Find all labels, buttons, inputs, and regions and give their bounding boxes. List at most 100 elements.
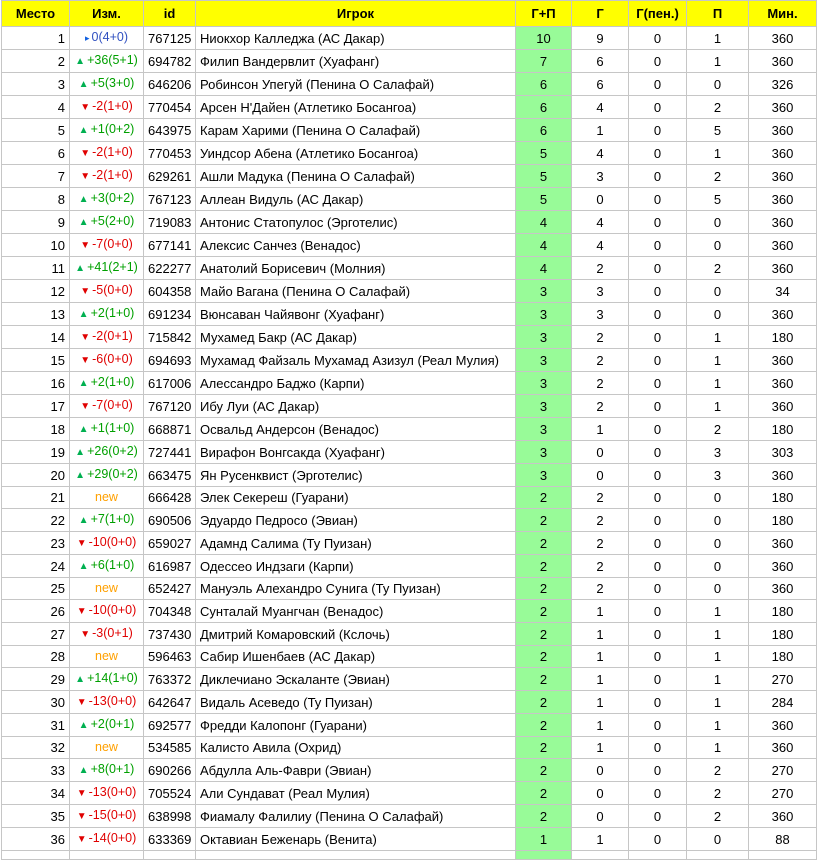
penalty-goals-cell: 0 — [628, 141, 687, 165]
arrow-up-icon: ▲ — [78, 515, 89, 526]
table-row[interactable]: 25 new 652427 Мануэль Алехандро Сунига (Ту … — [1, 577, 817, 600]
player-cell: Аллеан Видуль (АС Дакар) — [195, 187, 516, 211]
goals-cell: 1 — [571, 736, 629, 759]
header-minutes[interactable]: Мин. — [748, 0, 817, 27]
change-cell: ▲ +41(2+1) — [69, 256, 144, 280]
header-assists[interactable]: П — [686, 0, 749, 27]
table-row[interactable]: 17 ▼ -7(0+0) 767120 Ибу Луи (АС Дакар) 3 2 0 1 36… — [1, 394, 817, 418]
assists-cell: 1 — [686, 325, 749, 349]
goals-assists-cell: 6 — [515, 72, 572, 96]
goals-assists-cell: 2 — [515, 599, 572, 623]
id-cell: 668871 — [143, 417, 196, 441]
table-row[interactable]: 1 ▸ 0(4+0) 767125 Ниокхор Калледжа (АС Дакар… — [1, 26, 817, 50]
goals-assists-cell: 2 — [515, 713, 572, 737]
player-cell: Диклечиано Эскаланте (Эвиан) — [195, 667, 516, 691]
arrow-down-icon: ▼ — [80, 148, 91, 159]
table-row[interactable]: 5 ▲ +1(0+2) 643975 Карам Харими (Пенина О Са… — [1, 118, 817, 142]
table-row[interactable]: 11 ▲ +41(2+1) 622277 Анатолий Борисевич (Мол… — [1, 256, 817, 280]
goals-cell: 0 — [571, 781, 629, 805]
table-row[interactable]: 32 new 534585 Калисто Авила (Охрид) 2 1 0 1 360 — [1, 736, 817, 759]
table-row[interactable]: 26 ▼ -10(0+0) 704348 Сунталай Муангчан (Вена… — [1, 599, 817, 623]
id-cell: 694693 — [143, 348, 196, 372]
place-cell: 17 — [1, 394, 70, 418]
table-row[interactable]: 3 ▲ +5(3+0) 646206 Робинсон Упегуй (Пенина О… — [1, 72, 817, 96]
player-cell: Арсен Н'Дайен (Атлетико Босангоа) — [195, 95, 516, 119]
table-row[interactable]: 6 ▼ -2(1+0) 770453 Уиндсор Абена (Атлетико Б… — [1, 141, 817, 165]
table-row[interactable]: 34 ▼ -13(0+0) 705524 Али Сундават (Реал Мули… — [1, 781, 817, 805]
penalty-goals-cell: 0 — [628, 827, 687, 851]
table-row[interactable]: 29 ▲ +14(1+0) 763372 Диклечиано Эскаланте (Э… — [1, 667, 817, 691]
change-value: -7(0+0) — [92, 398, 133, 412]
change-cell: ▲ +1(0+2) — [69, 118, 144, 142]
header-penalty-goals[interactable]: Г(пен.) — [628, 0, 687, 27]
goals-assists-cell: 2 — [515, 622, 572, 646]
table-row[interactable]: 2 ▲ +36(5+1) 694782 Филип Вандервлит (Хуафан… — [1, 49, 817, 73]
id-cell: 617006 — [143, 371, 196, 395]
goals-cell: 4 — [571, 141, 629, 165]
minutes-cell: 360 — [748, 210, 817, 234]
goals-cell: 0 — [571, 463, 629, 487]
change-value: -5(0+0) — [92, 283, 133, 297]
minutes-cell: 270 — [748, 667, 817, 691]
table-row[interactable]: 28 new 596463 Сабир Ишенбаев (АС Дакар) 2 1 0 1… — [1, 645, 817, 668]
cell — [1, 850, 70, 860]
arrow-up-icon: ▲ — [75, 674, 86, 685]
place-cell: 13 — [1, 302, 70, 326]
id-cell: 604358 — [143, 279, 196, 303]
table-row[interactable]: 15 ▼ -6(0+0) 694693 Мухамад Файзаль Мухамад … — [1, 348, 817, 372]
place-cell: 26 — [1, 599, 70, 623]
header-place[interactable]: Место — [1, 0, 70, 27]
table-row[interactable]: 31 ▲ +2(0+1) 692577 Фредди Калопонг (Гуарани… — [1, 713, 817, 737]
table-row[interactable]: 35 ▼ -15(0+0) 638998 Фиамалу Фалилиу (Пенина… — [1, 804, 817, 828]
goals-assists-cell: 2 — [515, 667, 572, 691]
table-row[interactable]: 22 ▲ +7(1+0) 690506 Эдуардо Педросо (Эвиан) 2… — [1, 508, 817, 532]
table-row[interactable]: 14 ▼ -2(0+1) 715842 Мухамед Бакр (АС Дакар) 3… — [1, 325, 817, 349]
header-player[interactable]: Игрок — [195, 0, 516, 27]
table-row[interactable]: 7 ▼ -2(1+0) 629261 Ашли Мадука (Пенина О Сал… — [1, 164, 817, 188]
change-value: new — [95, 740, 118, 754]
change-value: new — [95, 581, 118, 595]
goals-assists-cell: 3 — [515, 371, 572, 395]
minutes-cell: 270 — [748, 758, 817, 782]
goals-assists-cell: 2 — [515, 758, 572, 782]
place-cell: 32 — [1, 736, 70, 759]
table-row[interactable]: 27 ▼ -3(0+1) 737430 Дмитрий Комаровский (Ксл… — [1, 622, 817, 646]
minutes-cell: 360 — [748, 256, 817, 280]
table-row[interactable]: 16 ▲ +2(1+0) 617006 Алессандро Баджо (Карпи)… — [1, 371, 817, 395]
minutes-cell: 360 — [748, 118, 817, 142]
change-cell: ▼ -2(1+0) — [69, 95, 144, 119]
table-row[interactable]: 20 ▲ +29(0+2) 663475 Ян Русенквист (Эрготели… — [1, 463, 817, 487]
header-goals[interactable]: Г — [571, 0, 629, 27]
table-row[interactable]: 21 new 666428 Элек Секереш (Гуарани) 2 2 0 0 180 — [1, 486, 817, 509]
table-row[interactable]: 30 ▼ -13(0+0) 642647 Видаль Асеведо (Ту Пуиз… — [1, 690, 817, 714]
header-id[interactable]: id — [143, 0, 196, 27]
header-goals-assists[interactable]: Г+П — [515, 0, 572, 27]
table-row[interactable]: 10 ▼ -7(0+0) 677141 Алексис Санчез (Венадос)… — [1, 233, 817, 257]
table-row[interactable]: 4 ▼ -2(1+0) 770454 Арсен Н'Дайен (Атлетико Б… — [1, 95, 817, 119]
table-row[interactable]: 12 ▼ -5(0+0) 604358 Майо Вагана (Пенина О Са… — [1, 279, 817, 303]
table-row[interactable]: 33 ▲ +8(0+1) 690266 Абдулла Аль-Фаври (Эвиан… — [1, 758, 817, 782]
arrow-down-icon: ▼ — [76, 834, 87, 845]
minutes-cell: 360 — [748, 531, 817, 555]
table-row[interactable]: 24 ▲ +6(1+0) 616987 Одессео Индзаги (Карпи) 2… — [1, 554, 817, 578]
table-row[interactable]: 36 ▼ -14(0+0) 633369 Октавиан Беженарь (Вени… — [1, 827, 817, 851]
id-cell: 666428 — [143, 486, 196, 509]
header-change[interactable]: Изм. — [69, 0, 144, 27]
cell — [515, 850, 572, 860]
penalty-goals-cell: 0 — [628, 279, 687, 303]
assists-cell: 1 — [686, 141, 749, 165]
table-row[interactable]: 13 ▲ +2(1+0) 691234 Вюнсаван Чайявонг (Хуафа… — [1, 302, 817, 326]
penalty-goals-cell: 0 — [628, 417, 687, 441]
table-row[interactable]: 19 ▲ +26(0+2) 727441 Вирафон Вонгсакда (Хуаф… — [1, 440, 817, 464]
change-value: +2(0+1) — [90, 717, 135, 731]
assists-cell: 1 — [686, 49, 749, 73]
change-value: +26(0+2) — [87, 444, 138, 458]
cell — [195, 850, 516, 860]
minutes-cell: 360 — [748, 394, 817, 418]
goals-assists-cell: 3 — [515, 394, 572, 418]
table-row[interactable]: 23 ▼ -10(0+0) 659027 Адамнд Салима (Ту Пуиза… — [1, 531, 817, 555]
table-row[interactable]: 18 ▲ +1(1+0) 668871 Освальд Андерсон (Венадо… — [1, 417, 817, 441]
table-row[interactable]: 8 ▲ +3(0+2) 767123 Аллеан Видуль (АС Дакар) 5… — [1, 187, 817, 211]
assists-cell: 1 — [686, 26, 749, 50]
table-row[interactable]: 9 ▲ +5(2+0) 719083 Антонис Статопулос (Эргот… — [1, 210, 817, 234]
